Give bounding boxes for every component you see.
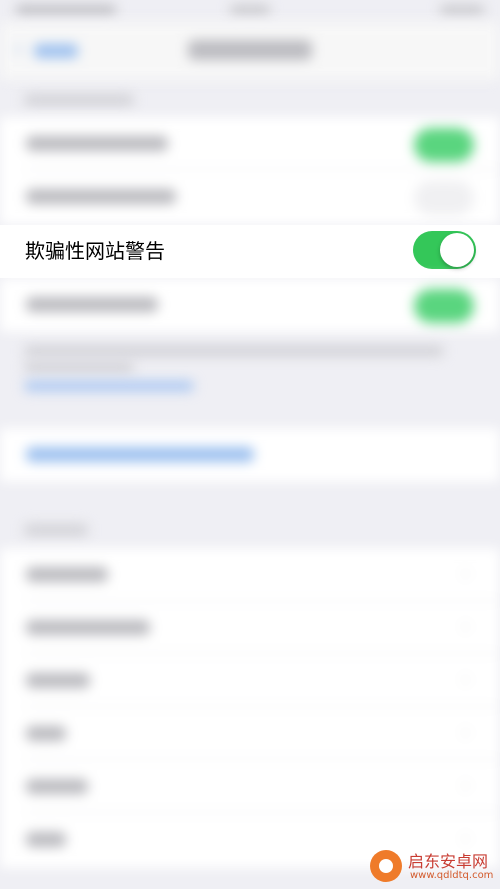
toggle-switch[interactable] <box>414 289 474 323</box>
chevron-right-icon: › <box>462 828 470 849</box>
fraud-warning-toggle[interactable] <box>413 231 476 269</box>
footer-link[interactable] <box>24 381 194 391</box>
settings-row-link[interactable] <box>0 428 500 481</box>
status-bar <box>0 0 500 22</box>
section-footer <box>24 346 444 356</box>
settings-row-fraud-warning[interactable]: 欺骗性网站警告 <box>0 225 500 278</box>
settings-row[interactable]: › <box>0 601 500 654</box>
settings-row[interactable]: › <box>0 707 500 760</box>
settings-row[interactable] <box>0 278 500 331</box>
link-label <box>26 447 254 462</box>
back-button[interactable]: ‹ <box>12 37 82 62</box>
settings-group-privacy <box>0 117 500 225</box>
settings-group-advanced: › › › › › › <box>0 548 500 868</box>
row-label <box>26 673 90 688</box>
row-label <box>26 297 158 312</box>
settings-row[interactable] <box>0 170 500 223</box>
chevron-right-icon: › <box>462 563 470 584</box>
settings-row[interactable]: › <box>0 760 500 813</box>
row-label <box>26 832 66 847</box>
fraud-warning-label: 欺骗性网站警告 <box>25 239 165 263</box>
row-label <box>26 189 176 204</box>
status-carrier <box>16 5 116 15</box>
chevron-right-icon: › <box>462 722 470 743</box>
status-time <box>230 5 270 15</box>
watermark: 启东安卓网 www.qdldtq.com <box>366 846 496 886</box>
back-label <box>34 44 78 58</box>
toggle-switch[interactable] <box>414 181 474 215</box>
row-label <box>26 136 168 151</box>
settings-row[interactable]: › <box>0 654 500 707</box>
navigation-bar: ‹ <box>0 22 500 80</box>
settings-row[interactable]: › <box>0 548 500 601</box>
row-label <box>26 779 88 794</box>
chevron-left-icon: ‹ <box>14 37 23 62</box>
toggle-switch[interactable] <box>414 128 474 162</box>
settings-group-privacy-cont <box>0 278 500 332</box>
settings-row[interactable] <box>0 117 500 170</box>
chevron-right-icon: › <box>462 616 470 637</box>
chevron-right-icon: › <box>462 669 470 690</box>
row-label <box>26 726 66 741</box>
settings-group-link <box>0 428 500 482</box>
row-label <box>26 620 150 635</box>
toggle-knob <box>440 233 474 267</box>
section-header-privacy <box>24 94 134 106</box>
chevron-right-icon: › <box>462 775 470 796</box>
watermark-name: 启东安卓网 <box>408 852 489 871</box>
section-footer <box>24 362 134 372</box>
watermark-logo-icon <box>370 850 402 882</box>
page-title <box>188 40 312 60</box>
section-header-advanced <box>24 524 88 536</box>
status-battery <box>440 5 484 15</box>
row-label <box>26 567 108 582</box>
watermark-url: www.qdldtq.com <box>410 870 494 881</box>
